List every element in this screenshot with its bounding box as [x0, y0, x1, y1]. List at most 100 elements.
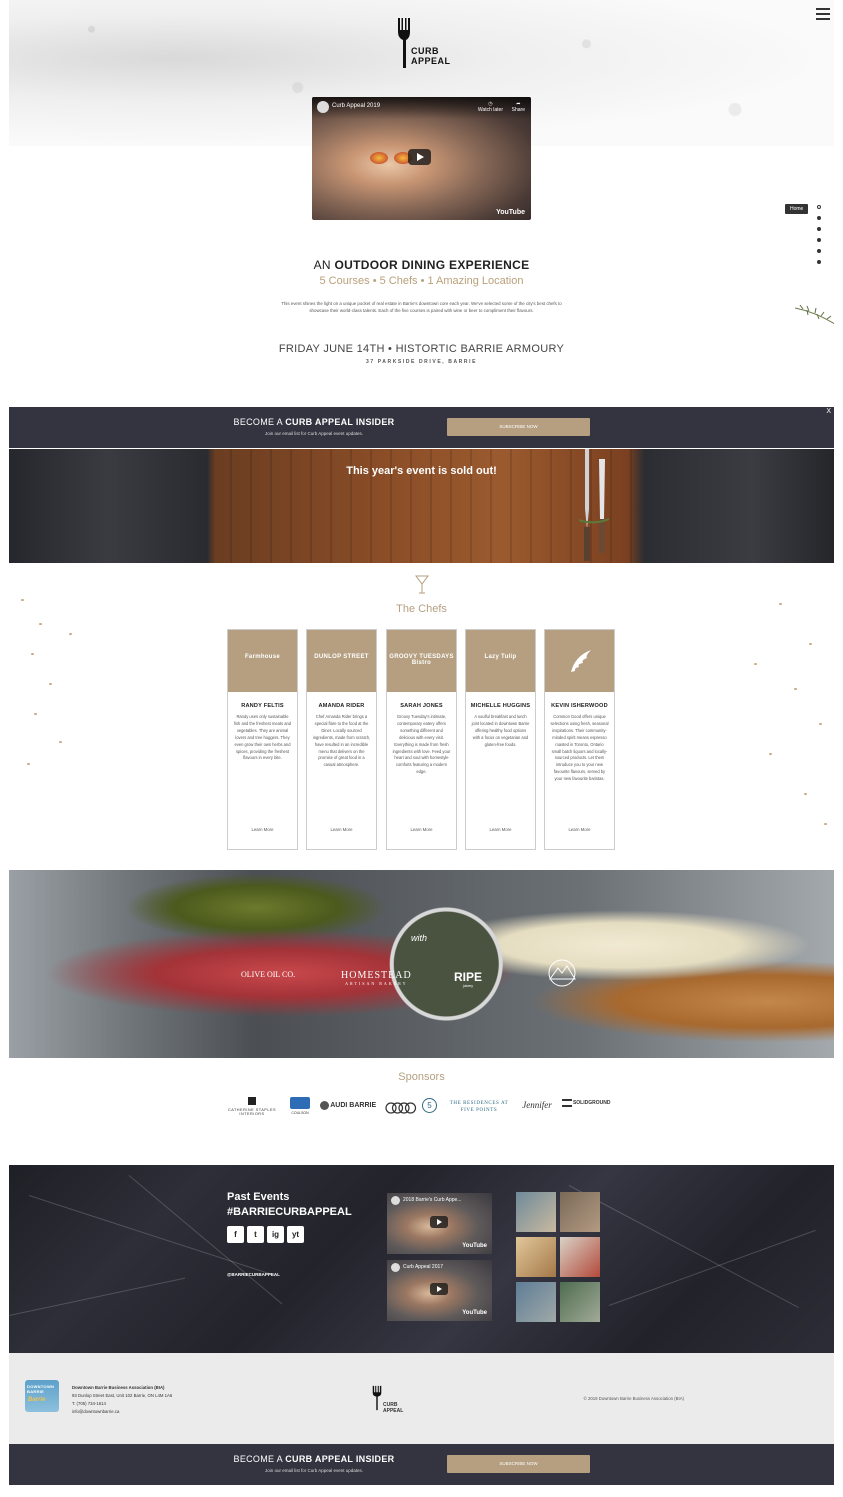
chef-name: RANDY FELTIS [241, 703, 284, 709]
restaurant-logo: Farmhouse [228, 630, 297, 692]
nav-dot-3[interactable] [817, 227, 821, 231]
play-button-icon[interactable] [430, 1216, 448, 1228]
page: CURB APPEAL Curb Appeal 2019 ◷ Watch late… [9, 0, 834, 1497]
fork-icon [398, 18, 410, 68]
chef-name: MICHELLE HUGGINS [470, 703, 531, 709]
facebook-icon[interactable]: f [227, 1226, 244, 1243]
learn-more-link[interactable]: Learn More [307, 827, 376, 832]
sponsor-logo[interactable]: SOLIDGROUND [558, 1099, 614, 1123]
past-video[interactable]: Curb Appeal 2017 YouTube [387, 1260, 492, 1321]
learn-more-link[interactable]: Learn More [228, 827, 297, 832]
chef-card: DUNLOP STREET AMANDA RIDER Chef Amanda R… [306, 629, 377, 850]
chef-card: Farmhouse RANDY FELTIS Randy uses only s… [227, 629, 298, 850]
past-events-section: Past Events #BARRIECURBAPPEAL f t ig yt @BA… [9, 1165, 834, 1353]
chef-card: KEVIN ISHERWOOD Common Good offers uniqu… [544, 629, 615, 850]
nav-dot-4[interactable] [817, 238, 821, 242]
instagram-photo[interactable] [560, 1237, 600, 1277]
chef-description: Common Good offers unique selections usi… [550, 714, 609, 782]
sponsor-logo[interactable]: THE RESIDENCES AT FIVE POINTS [443, 1100, 515, 1124]
insider-signup-bar-bottom: BECOME A CURB APPEAL INSIDER Join our em… [9, 1444, 834, 1485]
sold-out-banner: This year's event is sold out! [9, 449, 834, 563]
instagram-photo[interactable] [516, 1282, 556, 1322]
chef-card: GROOVY TUESDAYS Bistro SARAH JONES Groov… [386, 629, 457, 850]
sold-out-text: This year's event is sold out! [346, 465, 497, 477]
instagram-photo[interactable] [516, 1192, 556, 1232]
event-address: 37 PARKSIDE DRIVE, BARRIE [365, 359, 478, 365]
chef-description: A soulful breakfast and lunch joint loca… [471, 714, 530, 747]
chef-name: AMANDA RIDER [318, 703, 365, 709]
nav-dot-2[interactable] [817, 216, 821, 220]
bia-logo[interactable]: DOWNTOWN BARRIE Barrie [25, 1380, 59, 1412]
chef-card: Lazy Tulip MICHELLE HUGGINS A soulful br… [465, 629, 536, 850]
chefs-title: The Chefs [396, 603, 447, 615]
site-logo[interactable]: CURB APPEAL [395, 18, 455, 70]
hamburger-menu-icon[interactable] [816, 8, 830, 20]
chef-name: SARAH JONES [400, 703, 443, 709]
chef-description: Groovy Tuesday's intimate, contemporary … [392, 714, 451, 775]
logo-text: CURB APPEAL [411, 46, 451, 66]
footer-address: Downtown Barrie Business Association (BI… [72, 1385, 173, 1414]
hashtag-handle[interactable]: @BARRIECURBAPPEAL [227, 1272, 280, 1277]
play-button-icon[interactable] [408, 149, 431, 165]
instagram-photo[interactable] [560, 1282, 600, 1322]
past-events-title: Past Events #BARRIECURBAPPEAL [227, 1191, 352, 1218]
past-video-title[interactable]: 2018 Barrie's Curb Appe... [403, 1197, 462, 1203]
restaurant-logo: GROOVY TUESDAYS Bistro [387, 630, 456, 692]
insider-title: BECOME A CURB APPEAL INSIDER [233, 417, 395, 427]
intro-body: This event shines the light on a unique … [281, 301, 562, 313]
sponsor-logo[interactable]: CATHERINE STAPLES INTERIORS [227, 1097, 277, 1121]
share-button[interactable]: ➦ Share [512, 101, 525, 113]
homestead-logo[interactable]: HOMESTEAD ARTISAN BAKERY [341, 970, 412, 986]
learn-more-link[interactable]: Learn More [466, 827, 535, 832]
hero-video[interactable]: Curb Appeal 2019 ◷ Watch later ➦ Share You… [312, 97, 531, 220]
nav-dot-1[interactable] [817, 205, 821, 209]
subscribe-button[interactable]: SUBSCRIBE NOW [447, 418, 590, 436]
youtube-logo[interactable]: YouTube [462, 1310, 487, 1316]
past-video-title[interactable]: Curb Appeal 2017 [403, 1264, 443, 1270]
close-icon[interactable]: X [826, 408, 831, 415]
fork-icon [372, 1385, 382, 1411]
chef-description: Randy uses only sustainable fish and the… [233, 714, 292, 761]
instagram-icon[interactable]: ig [267, 1226, 284, 1243]
ripe-logo[interactable]: RIPE juicery [454, 970, 482, 988]
learn-more-link[interactable]: Learn More [545, 827, 614, 832]
with-label: with [411, 933, 428, 943]
chefs-section: The Chefs Farmhouse RANDY FELTIS Randy u… [9, 563, 834, 870]
insider-title: BECOME A CURB APPEAL INSIDER [233, 1454, 395, 1464]
audi-rings-logo[interactable] [385, 1101, 417, 1115]
rosemary-decoration [795, 304, 834, 325]
chef-description: Chef Amanda Rider brings a special flare… [312, 714, 371, 768]
nav-dot-5[interactable] [817, 249, 821, 253]
restaurant-logo [545, 630, 614, 692]
instagram-photo[interactable] [516, 1237, 556, 1277]
sponsors-title: Sponsors [398, 1071, 445, 1083]
insider-subtitle: Join our email list for Curb Appeal even… [264, 431, 364, 436]
intro-subheading: 5 Courses • 5 Chefs • 1 Amazing Location [319, 275, 524, 287]
watch-later-button[interactable]: ◷ Watch later [478, 101, 503, 113]
youtube-logo[interactable]: YouTube [462, 1243, 487, 1249]
youtube-icon[interactable]: yt [287, 1226, 304, 1243]
footer-logo[interactable]: CURB APPEAL [370, 1383, 410, 1417]
subscribe-button[interactable]: SUBSCRIBE NOW [447, 1455, 590, 1473]
twitter-icon[interactable]: t [247, 1226, 264, 1243]
copyright: © 2019 Downtown Barrie Business Associat… [583, 1396, 684, 1401]
video-thumbnail-detail [370, 152, 412, 164]
footer: DOWNTOWN BARRIE Barrie Downtown Barrie B… [9, 1353, 834, 1444]
featured-sponsors-banner: with OLIVE OIL CO. HOMESTEAD ARTISAN BAK… [9, 870, 834, 1058]
learn-more-link[interactable]: Learn More [387, 827, 456, 832]
mountain-emblem-logo[interactable] [542, 958, 582, 988]
instagram-photo[interactable] [560, 1192, 600, 1232]
video-title[interactable]: Curb Appeal 2019 [332, 103, 380, 109]
nav-tooltip-home: Home [785, 204, 809, 214]
footer-email-link[interactable]: info@downtownbarrie.ca [72, 1409, 119, 1414]
sponsor-logo[interactable]: AUDI BARRIE [317, 1101, 379, 1125]
sponsor-logo[interactable]: Jennifer [519, 1100, 555, 1124]
channel-avatar [317, 101, 329, 113]
wing-logo-icon [571, 650, 591, 672]
youtube-logo[interactable]: YouTube [496, 209, 525, 216]
play-button-icon[interactable] [430, 1283, 448, 1295]
olive-oil-co-logo[interactable]: OLIVE OIL CO. [241, 970, 295, 979]
sponsor-logo[interactable]: COULSON [289, 1097, 311, 1121]
past-video[interactable]: 2018 Barrie's Curb Appe... YouTube [387, 1193, 492, 1254]
sponsor-logo[interactable]: 5 [422, 1098, 438, 1122]
